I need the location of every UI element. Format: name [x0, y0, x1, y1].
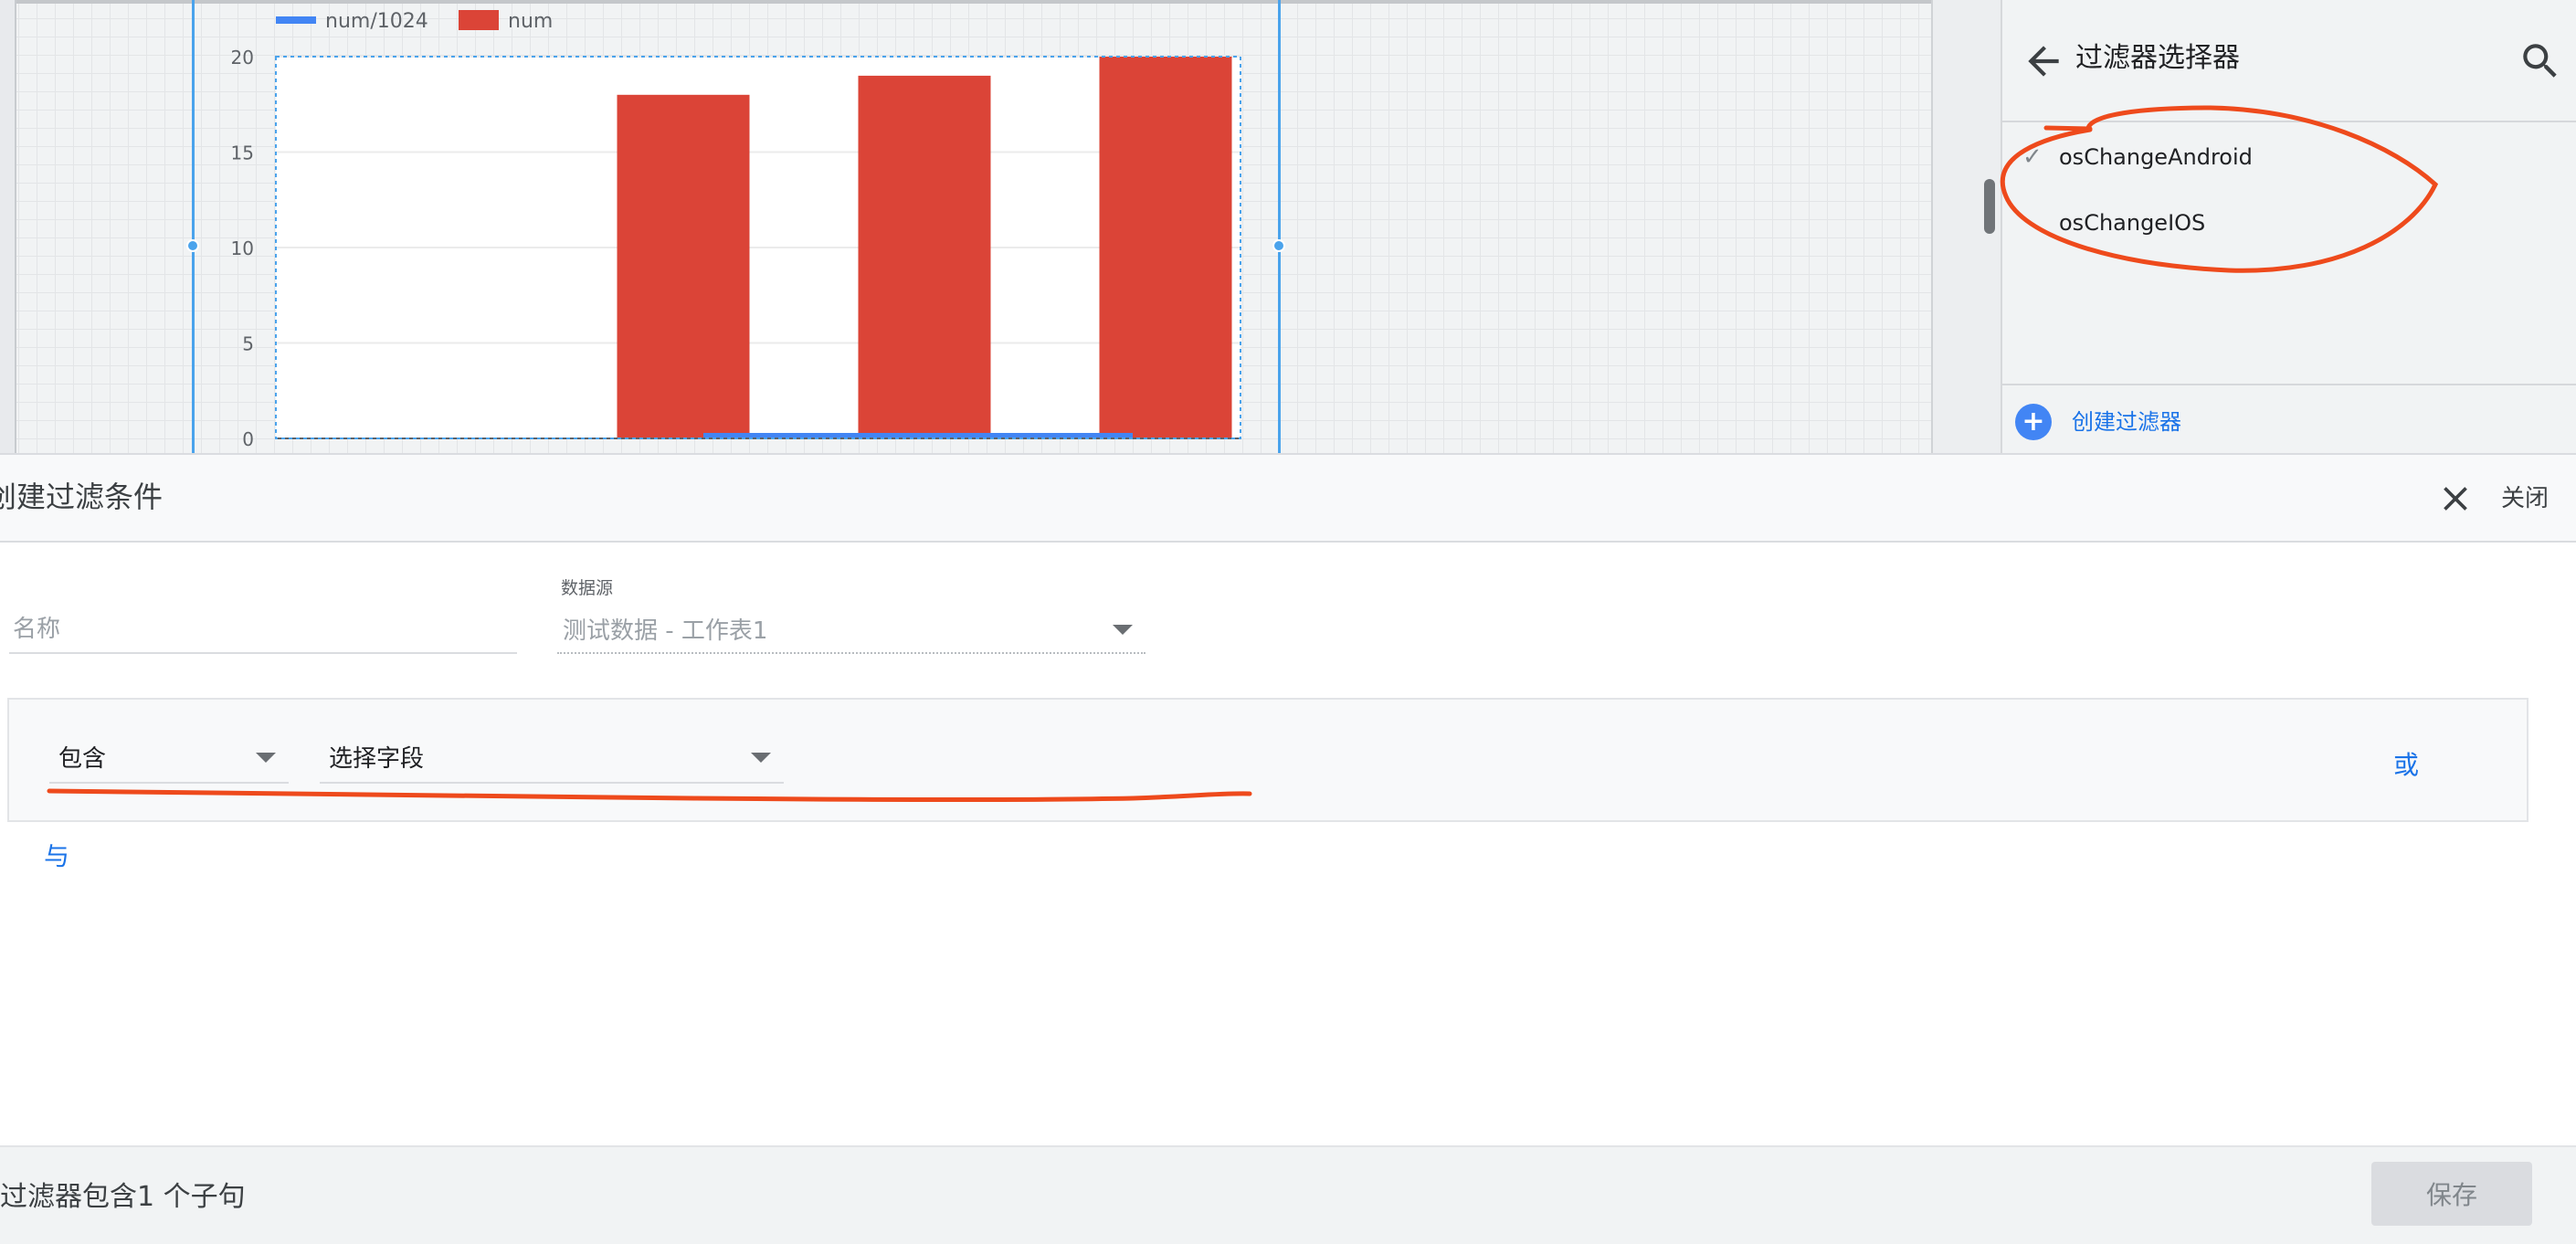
create-filter-row[interactable]: + 创建过滤器 — [2002, 384, 2576, 453]
search-icon — [2523, 44, 2557, 78]
filter-panel-title: 过滤器选择器 — [2075, 42, 2240, 74]
legend-swatch — [276, 16, 316, 24]
bar-chart[interactable]: 0 5 10 15 20 num/1024 num — [0, 0, 1297, 453]
close-icon[interactable] — [2435, 479, 2476, 519]
filter-item-label: osChangeAndroid — [2059, 144, 2253, 170]
dialog-footer: 过滤器包含1 个子句 保存 — [0, 1145, 2576, 1244]
y-tick-label: 15 — [231, 142, 254, 164]
filter-name-input[interactable] — [9, 606, 517, 654]
operator-value: 包含 — [58, 745, 107, 773]
filter-item-label: osChangeIOS — [2059, 210, 2206, 236]
report-canvas[interactable]: 0 5 10 15 20 num/1024 num — [0, 0, 2001, 453]
close-icon — [2444, 487, 2467, 511]
legend-label: num/1024 — [325, 10, 428, 33]
dialog-title: 创建过滤条件 — [0, 480, 164, 514]
filter-panel-header: 过滤器选择器 — [2002, 0, 2576, 122]
y-tick-label: 5 — [242, 333, 254, 355]
add-circle-icon[interactable]: + — [2015, 404, 2052, 440]
panel-scrollbar[interactable] — [1984, 179, 1995, 234]
filter-selector-panel: 过滤器选择器 ✓ osChangeAndroid osChangeIOS + 创… — [2001, 0, 2576, 453]
operator-select[interactable]: 包含 — [49, 734, 289, 784]
y-tick-label: 0 — [242, 428, 254, 450]
field-value: 选择字段 — [329, 745, 425, 773]
create-filter-dialog: 创建过滤条件 关闭 数据源 测试数据 - 工作表1 包含 选择字段 或 与 过滤… — [0, 453, 2576, 1244]
filter-item-osChangeAndroid[interactable]: ✓ osChangeAndroid — [2002, 128, 2576, 186]
chevron-down-icon — [256, 753, 276, 763]
bar — [858, 75, 991, 439]
chevron-down-icon — [1113, 625, 1133, 635]
arrow-back-icon[interactable] — [2021, 38, 2066, 84]
legend-label: num — [508, 10, 553, 33]
filter-item-osChangeIOS[interactable]: osChangeIOS — [2002, 194, 2576, 252]
y-tick-label: 20 — [231, 47, 254, 69]
legend-swatch — [459, 10, 499, 30]
or-button[interactable]: 或 — [2393, 749, 2419, 782]
bar — [1099, 57, 1232, 438]
close-button[interactable]: 关闭 — [2501, 482, 2549, 515]
y-tick-label: 10 — [231, 237, 254, 259]
data-source-value: 测试数据 - 工作表1 — [563, 617, 768, 645]
dialog-header: 创建过滤条件 关闭 — [0, 455, 2576, 543]
condition-clause: 包含 选择字段 或 — [7, 698, 2528, 822]
create-filter-link[interactable]: 创建过滤器 — [2072, 406, 2181, 438]
save-button[interactable]: 保存 — [2371, 1162, 2532, 1226]
search-icon[interactable] — [2518, 38, 2563, 84]
chevron-down-icon — [751, 753, 771, 763]
bar — [617, 94, 750, 439]
data-source-select[interactable]: 测试数据 - 工作表1 — [557, 606, 1145, 654]
and-button[interactable]: 与 — [44, 840, 69, 873]
clause-summary: 过滤器包含1 个子句 — [0, 1181, 246, 1213]
arrow-back-icon — [2028, 46, 2059, 77]
check-icon: ✓ — [2022, 143, 2043, 171]
field-select[interactable]: 选择字段 — [320, 734, 784, 784]
data-source-label: 数据源 — [561, 578, 614, 598]
